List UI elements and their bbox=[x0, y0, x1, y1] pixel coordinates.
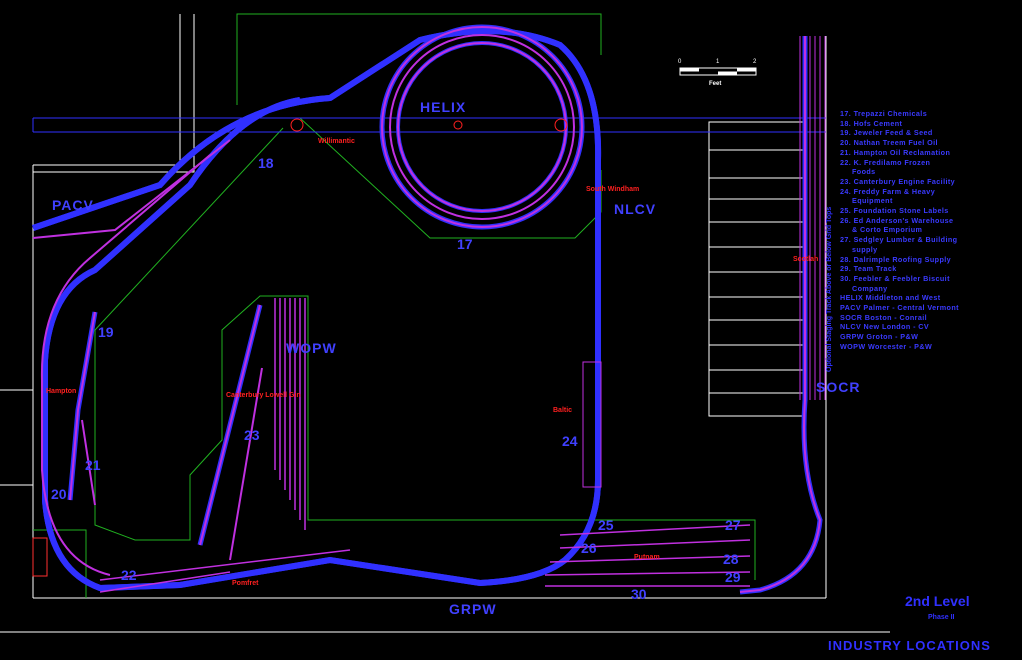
legend-line: PACV Palmer - Central Vermont bbox=[840, 303, 959, 313]
legend-item: SOCR Boston - Conrail bbox=[840, 313, 1022, 323]
town-hampton: Hampton bbox=[46, 388, 77, 395]
legend-line: 22. K. Fredilamo Frozen bbox=[840, 157, 931, 167]
scale-tick-2: 2 bbox=[753, 59, 757, 65]
scale-bar bbox=[679, 67, 757, 76]
page-subtitle: Phase II bbox=[928, 614, 955, 621]
legend-line: GRPW Groton - P&W bbox=[840, 332, 919, 342]
legend-line: 26. Ed Anderson's Warehouse bbox=[840, 215, 954, 225]
spot-17: 17 bbox=[457, 236, 473, 252]
spot-28: 28 bbox=[723, 551, 739, 567]
legend-line: 18. Hofs Cement bbox=[840, 118, 903, 128]
legend-item: NLCV New London - CV bbox=[840, 322, 1022, 332]
spot-23: 23 bbox=[244, 427, 260, 443]
scale-tick-1: 1 bbox=[716, 59, 720, 65]
legend-line-cont: & Corto Emporium bbox=[852, 225, 923, 235]
area-pacv: PACV bbox=[52, 197, 94, 213]
legend-line: 27. Sedgley Lumber & Building bbox=[840, 235, 958, 245]
legend-item: 18. Hofs Cement bbox=[840, 119, 1022, 129]
legend-line: 21. Hampton Oil Reclamation bbox=[840, 147, 951, 157]
legend-line: 20. Nathan Treem Fuel Oil bbox=[840, 138, 938, 148]
legend-line: HELIX Middleton and West bbox=[840, 293, 941, 303]
layout-drawing: { "title": "2nd Level", "subtitle": "Pha… bbox=[0, 0, 1022, 660]
upper-level-band bbox=[32, 117, 826, 133]
legend-item: 30. Feebler & Feebler Biscuit Company bbox=[840, 274, 1022, 293]
legend-line-cont: Foods bbox=[852, 167, 876, 177]
legend-item: GRPW Groton - P&W bbox=[840, 332, 1022, 342]
legend-line-cont: Company bbox=[852, 283, 888, 293]
spot-21: 21 bbox=[85, 457, 101, 473]
spot-19: 19 bbox=[98, 324, 114, 340]
scale-tick-0: 0 bbox=[678, 59, 682, 65]
legend-item: 23. Canterbury Engine Facility bbox=[840, 177, 1022, 187]
legend-line: 28. Dalrimple Roofing Supply bbox=[840, 254, 952, 264]
legend-item: 19. Jeweler Feed & Seed bbox=[840, 128, 1022, 138]
legend-line: WOPW Worcester - P&W bbox=[840, 341, 933, 351]
legend-item: 21. Hampton Oil Reclamation bbox=[840, 148, 1022, 158]
legend-item: 27. Sedgley Lumber & Building supply bbox=[840, 235, 1022, 254]
spot-30: 30 bbox=[631, 586, 647, 602]
helix-markers bbox=[290, 118, 568, 132]
spot-24: 24 bbox=[562, 433, 578, 449]
legend-item: 29. Team Track bbox=[840, 264, 1022, 274]
area-socr: SOCR bbox=[816, 379, 861, 395]
staging-note: Optional Staging Track Above or Below Gr… bbox=[826, 206, 833, 372]
page-title: 2nd Level bbox=[905, 593, 970, 609]
legend-item: 17. Trepazzi Chemicals bbox=[840, 109, 1022, 119]
town-pomfret: Pomfret bbox=[232, 580, 259, 587]
legend-line-cont: supply bbox=[852, 244, 878, 254]
legend-item: WOPW Worcester - P&W bbox=[840, 342, 1022, 352]
legend-item: 22. K. Fredilamo Frozen Foods bbox=[840, 158, 1022, 177]
spot-18: 18 bbox=[258, 155, 274, 171]
spot-27: 27 bbox=[725, 517, 741, 533]
spot-26: 26 bbox=[581, 540, 597, 556]
legend-item: HELIX Middleton and West bbox=[840, 293, 1022, 303]
area-nlcv: NLCV bbox=[614, 201, 657, 217]
legend-item: 26. Ed Anderson's Warehouse & Corto Empor… bbox=[840, 216, 1022, 235]
legend-item: 25. Foundation Stone Labels bbox=[840, 206, 1022, 216]
legend-item: 28. Dalrimple Roofing Supply bbox=[840, 255, 1022, 265]
legend-line: 29. Team Track bbox=[840, 264, 897, 274]
legend-line: 23. Canterbury Engine Facility bbox=[840, 176, 956, 186]
town-south-windham: South Windham bbox=[586, 186, 640, 193]
town-baltic: Baltic bbox=[553, 407, 573, 414]
scale-unit: Feet bbox=[709, 81, 722, 87]
area-wopw: WOPW bbox=[286, 340, 337, 356]
legend-line-cont: Equipment bbox=[852, 196, 893, 206]
legend-item: PACV Palmer - Central Vermont bbox=[840, 303, 1022, 313]
legend-item: 24. Freddy Farm & Heavy Equipment bbox=[840, 187, 1022, 206]
legend-line: NLCV New London - CV bbox=[840, 322, 930, 332]
legend-line: SOCR Boston - Conrail bbox=[840, 312, 928, 322]
area-helix: HELIX bbox=[420, 99, 467, 115]
town-putnam: Putnam bbox=[634, 554, 660, 561]
area-grpw: GRPW bbox=[449, 601, 497, 617]
spot-20: 20 bbox=[51, 486, 67, 502]
legend-line: 25. Foundation Stone Labels bbox=[840, 206, 949, 216]
town-canterbury: Canterbury Lowell Gin bbox=[226, 392, 301, 399]
legend-item: 20. Nathan Treem Fuel Oil bbox=[840, 138, 1022, 148]
town-scotland: Scotlah bbox=[793, 256, 819, 263]
spot-29: 29 bbox=[725, 569, 741, 585]
legend-line: 30. Feebler & Feebler Biscuit bbox=[840, 273, 950, 283]
spot-22: 22 bbox=[121, 567, 137, 583]
legend-line: 17. Trepazzi Chemicals bbox=[840, 109, 928, 118]
footer-title: INDUSTRY LOCATIONS bbox=[828, 638, 991, 653]
town-willimantic: Willimantic bbox=[318, 138, 355, 145]
legend-line: 19. Jeweler Feed & Seed bbox=[840, 128, 933, 138]
spot-25: 25 bbox=[598, 517, 614, 533]
legend-line: 24. Freddy Farm & Heavy bbox=[840, 186, 936, 196]
industry-legend: 17. Trepazzi Chemicals 18. Hofs Cement 19.… bbox=[840, 109, 1022, 352]
